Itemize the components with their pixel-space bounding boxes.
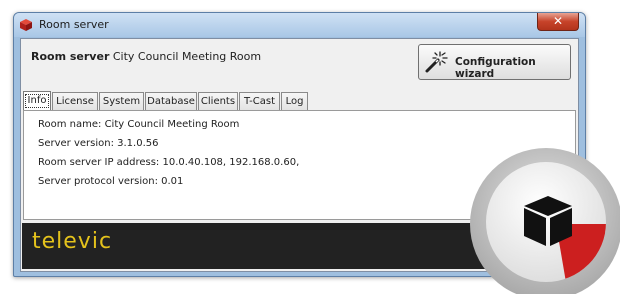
tab-log[interactable]: Log: [281, 92, 308, 110]
tab-info[interactable]: Info: [23, 91, 51, 110]
server-header-room: City Council Meeting Room: [112, 50, 262, 63]
tab-license[interactable]: License: [52, 92, 98, 110]
televic-logo: televic: [32, 229, 113, 254]
window-title: Room server: [39, 18, 109, 31]
tab-t-cast[interactable]: T-Cast: [239, 92, 280, 110]
title-bar[interactable]: Room server ✕: [14, 13, 585, 37]
server-version-text: Server version: 3.1.0.56: [38, 138, 159, 149]
tab-info-label: Info: [24, 94, 50, 108]
tab-database[interactable]: Database: [145, 92, 197, 110]
ip-address-text: Room server IP address: 10.0.40.108, 192…: [38, 157, 300, 168]
room-name-text: Room name: City Council Meeting Room: [38, 119, 240, 130]
tab-clients[interactable]: Clients: [198, 92, 238, 110]
server-header: Room server City Council Meeting Room: [31, 50, 261, 63]
wizard-button-label: Configuration wizard: [455, 56, 536, 80]
room-server-badge-icon: [470, 148, 620, 294]
magic-wand-icon: [425, 51, 448, 73]
configuration-wizard-button[interactable]: Configuration wizard: [418, 44, 571, 80]
close-icon: ✕: [552, 14, 564, 28]
tab-system[interactable]: System: [99, 92, 144, 110]
protocol-version-text: Server protocol version: 0.01: [38, 176, 184, 187]
app-cube-icon: [20, 19, 32, 31]
close-button[interactable]: ✕: [537, 13, 579, 31]
server-header-label: Room server: [31, 50, 110, 63]
